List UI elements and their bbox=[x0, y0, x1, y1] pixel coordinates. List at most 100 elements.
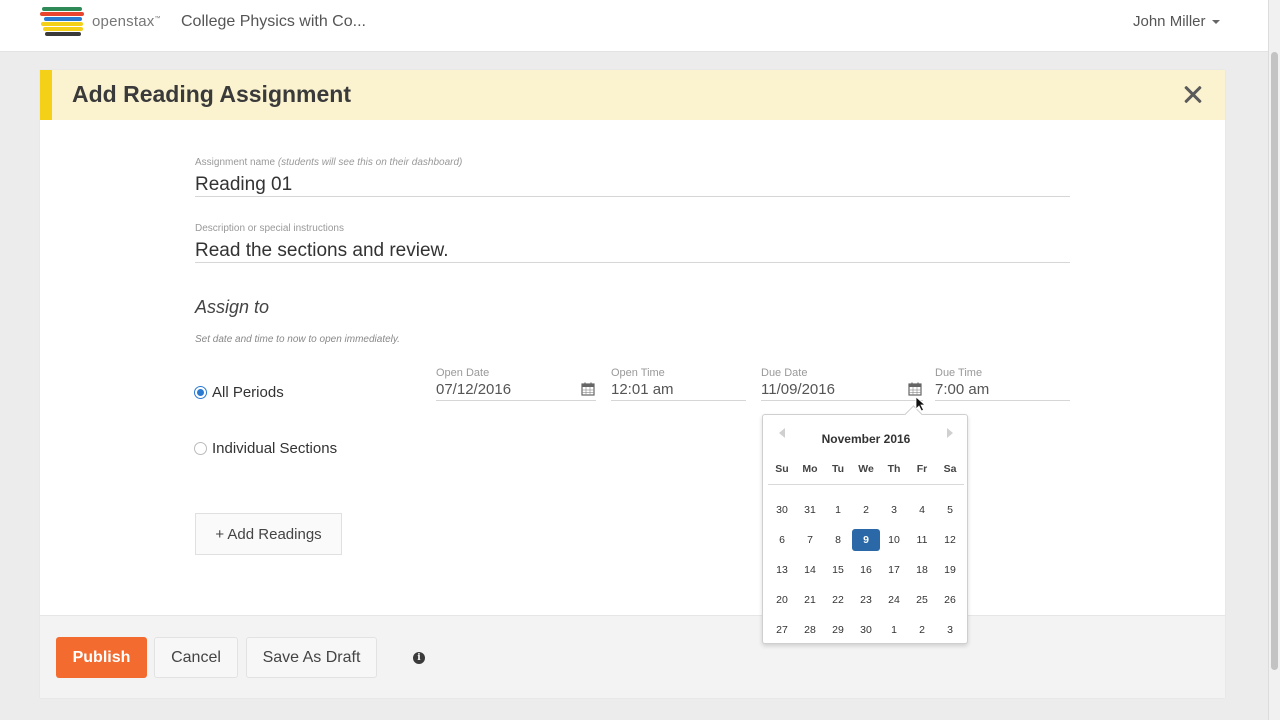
save-as-draft-button[interactable]: Save As Draft bbox=[246, 637, 377, 678]
radio-unselected-icon[interactable] bbox=[194, 442, 207, 455]
cancel-button[interactable]: Cancel bbox=[154, 637, 238, 678]
due-date-input[interactable]: 11/09/2016 bbox=[761, 381, 835, 398]
user-name: John Miller bbox=[1133, 13, 1206, 30]
assign-to-hint: Set date and time to now to open immedia… bbox=[195, 334, 400, 345]
assignment-name-label: Assignment name (students will see this … bbox=[195, 157, 462, 168]
date-cell[interactable]: 27 bbox=[768, 619, 796, 641]
date-row: 13 14 15 16 17 18 19 bbox=[768, 555, 964, 585]
panel-footer: Publish Cancel Save As Draft i bbox=[40, 615, 1225, 698]
date-cell[interactable]: 14 bbox=[796, 559, 824, 581]
assignment-name-input[interactable]: Reading 01 bbox=[195, 174, 292, 196]
date-cell[interactable]: 1 bbox=[824, 499, 852, 521]
date-row: 27 28 29 30 1 2 3 bbox=[768, 615, 964, 645]
date-cell[interactable]: 19 bbox=[936, 559, 964, 581]
date-cell[interactable]: 29 bbox=[824, 619, 852, 641]
name-label-text: Assignment name bbox=[195, 157, 276, 168]
date-cell[interactable]: 22 bbox=[824, 589, 852, 611]
close-icon[interactable] bbox=[1179, 81, 1207, 109]
date-cell[interactable]: 7 bbox=[796, 529, 824, 551]
date-cell[interactable]: 26 bbox=[936, 589, 964, 611]
date-cell[interactable]: 21 bbox=[796, 589, 824, 611]
weekday-label: Sa bbox=[943, 463, 957, 475]
date-cell[interactable]: 4 bbox=[908, 499, 936, 521]
logo-stripe bbox=[40, 12, 84, 16]
name-label-hint: (students will see this on their dashboa… bbox=[277, 157, 463, 168]
radio-all-periods[interactable]: All Periods bbox=[194, 384, 284, 401]
publish-button[interactable]: Publish bbox=[56, 637, 147, 678]
date-cell[interactable]: 16 bbox=[852, 559, 880, 581]
user-menu[interactable]: John Miller bbox=[1133, 13, 1220, 30]
course-title[interactable]: College Physics with Co... bbox=[181, 13, 366, 31]
assign-to-heading: Assign to bbox=[195, 297, 270, 317]
logo-stripe bbox=[42, 7, 82, 11]
due-date-label: Due Date bbox=[761, 367, 808, 379]
date-cell[interactable]: 8 bbox=[824, 529, 852, 551]
date-cell[interactable]: 2 bbox=[852, 499, 880, 521]
radio-individual-sections[interactable]: Individual Sections bbox=[194, 440, 337, 457]
date-cell[interactable]: 30 bbox=[768, 499, 796, 521]
logo-stripe bbox=[43, 27, 83, 31]
info-icon[interactable]: i bbox=[413, 652, 425, 664]
openstax-logo[interactable] bbox=[40, 7, 88, 37]
date-cell[interactable]: 3 bbox=[880, 499, 908, 521]
open-date-field[interactable]: Open Date 07/12/2016 bbox=[436, 367, 596, 401]
open-time-input[interactable]: 12:01 am bbox=[611, 381, 674, 398]
assignment-name-field[interactable]: Assignment name (students will see this … bbox=[195, 155, 1070, 197]
open-date-input[interactable]: 07/12/2016 bbox=[436, 381, 511, 398]
date-picker-popup: November 2016 Su Mo Tu We Th Fr Sa 30 31 1 2 3 4 5 6 7… bbox=[762, 414, 968, 644]
date-cell[interactable]: 30 bbox=[852, 619, 880, 641]
due-date-field[interactable]: Due Date 11/09/2016 bbox=[761, 367, 923, 401]
date-cell[interactable]: 18 bbox=[908, 559, 936, 581]
scrollbar-thumb[interactable] bbox=[1271, 52, 1278, 670]
date-cell[interactable]: 25 bbox=[908, 589, 936, 611]
weekday-label: Th bbox=[887, 463, 901, 475]
brand-name[interactable]: openstax™ bbox=[92, 13, 161, 30]
date-cell[interactable]: 1 bbox=[880, 619, 908, 641]
brand-text: openstax bbox=[92, 13, 155, 30]
description-input[interactable]: Read the sections and review. bbox=[195, 240, 449, 262]
date-cell[interactable]: 20 bbox=[768, 589, 796, 611]
weekday-label: Tu bbox=[831, 463, 845, 475]
due-time-input[interactable]: 7:00 am bbox=[935, 381, 989, 398]
trademark-mark: ™ bbox=[154, 16, 161, 22]
date-cell[interactable]: 5 bbox=[936, 499, 964, 521]
panel-header: Add Reading Assignment bbox=[40, 70, 1225, 120]
radio-all-periods-label: All Periods bbox=[212, 384, 284, 401]
weekday-label: Mo bbox=[802, 463, 818, 475]
date-cell[interactable]: 13 bbox=[768, 559, 796, 581]
radio-selected-icon[interactable] bbox=[194, 386, 207, 399]
description-field[interactable]: Description or special instructions Read… bbox=[195, 221, 1070, 263]
date-picker-month: November 2016 bbox=[821, 432, 911, 446]
open-time-field[interactable]: Open Time 12:01 am bbox=[611, 367, 746, 401]
date-cell[interactable]: 6 bbox=[768, 529, 796, 551]
date-cell[interactable]: 11 bbox=[908, 529, 936, 551]
date-cell[interactable]: 31 bbox=[796, 499, 824, 521]
date-grid: 30 31 1 2 3 4 5 6 7 8 9 10 11 12 13 14 15 16 17 18 19 20 21 22 2… bbox=[768, 495, 964, 645]
panel-title: Add Reading Assignment bbox=[72, 81, 351, 107]
date-cell[interactable]: 24 bbox=[880, 589, 908, 611]
caret-down-icon bbox=[1211, 20, 1220, 25]
date-cell[interactable]: 15 bbox=[824, 559, 852, 581]
date-cell[interactable]: 10 bbox=[880, 529, 908, 551]
date-row: 30 31 1 2 3 4 5 bbox=[768, 495, 964, 525]
due-time-label: Due Time bbox=[935, 367, 983, 379]
date-cell[interactable]: 12 bbox=[936, 529, 964, 551]
open-time-label: Open Time bbox=[611, 367, 665, 379]
next-month-icon[interactable] bbox=[947, 428, 953, 438]
date-cell[interactable]: 23 bbox=[852, 589, 880, 611]
mouse-pointer-icon bbox=[915, 396, 927, 412]
calendar-icon[interactable] bbox=[581, 382, 595, 396]
date-cell-selected[interactable]: 9 bbox=[852, 529, 880, 551]
logo-stripe bbox=[45, 32, 81, 36]
logo-stripe bbox=[44, 17, 82, 21]
date-row: 20 21 22 23 24 25 26 bbox=[768, 585, 964, 615]
add-readings-button[interactable]: + Add Readings bbox=[195, 513, 342, 555]
date-cell[interactable]: 3 bbox=[936, 619, 964, 641]
date-cell[interactable]: 17 bbox=[880, 559, 908, 581]
date-cell[interactable]: 2 bbox=[908, 619, 936, 641]
weekday-label: Fr bbox=[916, 463, 928, 475]
page-scrollbar[interactable] bbox=[1268, 0, 1280, 720]
due-time-field[interactable]: Due Time 7:00 am bbox=[935, 367, 1070, 401]
calendar-icon[interactable] bbox=[908, 382, 922, 396]
date-cell[interactable]: 28 bbox=[796, 619, 824, 641]
